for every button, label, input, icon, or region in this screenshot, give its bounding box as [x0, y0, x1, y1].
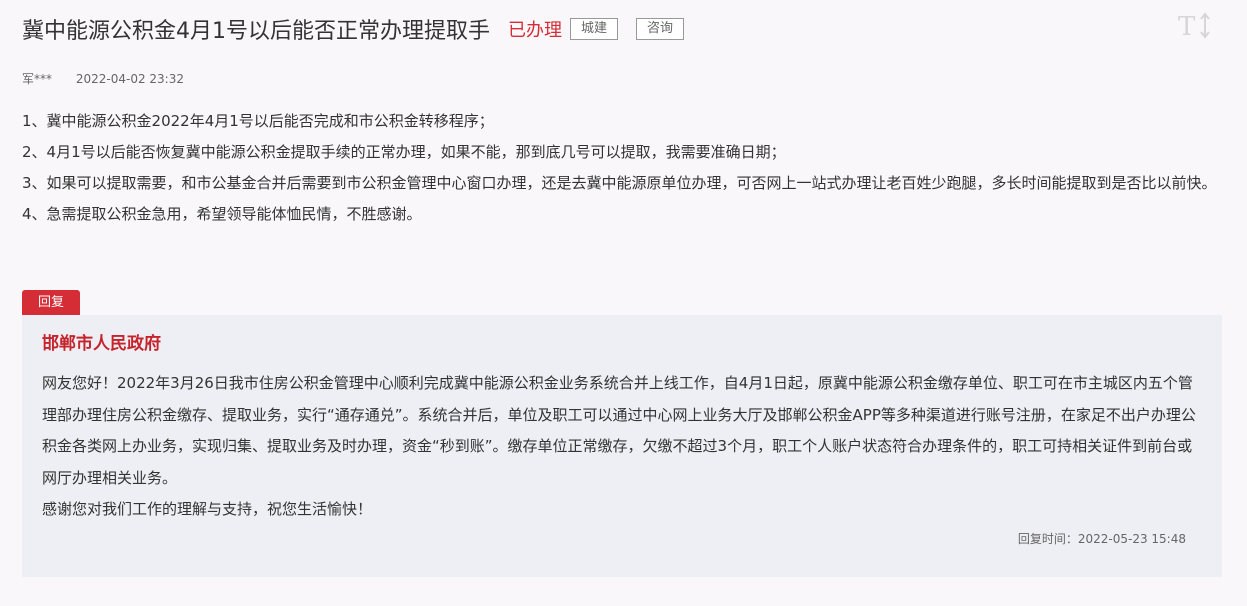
reply-paragraph: 感谢您对我们工作的理解与支持，祝您生活愉快！ — [42, 500, 373, 518]
author-name: 军*** — [22, 72, 53, 86]
post-time: 2022-04-02 23:32 — [75, 72, 184, 86]
replier-name: 邯郸市人民政府 — [42, 334, 161, 354]
font-size-icon: T — [1178, 12, 1210, 42]
post-meta: 军*** 2022-04-02 23:32 — [22, 70, 184, 87]
reply-time: 回复时间：2022-05-23 15:48 — [1017, 532, 1186, 546]
svg-text:T: T — [1178, 12, 1196, 40]
reply-tab: 回复 — [22, 290, 80, 315]
page-title: 冀中能源公积金4月1号以后能否正常办理提取手 — [22, 19, 490, 44]
status-badge: 已办理 — [508, 20, 562, 41]
tag-type[interactable]: 咨询 — [636, 18, 685, 40]
reply-content: 网友您好！2022年3月26日我市住房公积金管理中心顺利完成冀中能源公积金业务系… — [42, 368, 1202, 526]
question-line: 2、4月1号以后能否恢复冀中能源公积金提取手续的正常办理，如果不能，那到底几号可… — [22, 143, 786, 161]
question-line: 4、急需提取公积金急用，希望领导能体恤民情，不胜感谢。 — [22, 205, 422, 223]
tag-category[interactable]: 城建 — [570, 18, 619, 40]
question-content: 1、冀中能源公积金2022年4月1号以后能否完成和市公积金转移程序； 2、4月1… — [22, 106, 1222, 230]
header: 冀中能源公积金4月1号以后能否正常办理提取手 已办理 城建 咨询 — [22, 12, 685, 46]
reply-paragraph: 网友您好！2022年3月26日我市住房公积金管理中心顺利完成冀中能源公积金业务系… — [42, 374, 1196, 487]
question-line: 1、冀中能源公积金2022年4月1号以后能否完成和市公积金转移程序； — [22, 112, 494, 130]
reply-box: 邯郸市人民政府 网友您好！2022年3月26日我市住房公积金管理中心顺利完成冀中… — [22, 315, 1222, 577]
question-line: 3、如果可以提取需要，和市公基金合并后需要到市公积金管理中心窗口办理，还是去冀中… — [22, 174, 1217, 192]
font-size-toggle-button[interactable]: T — [1178, 10, 1214, 42]
